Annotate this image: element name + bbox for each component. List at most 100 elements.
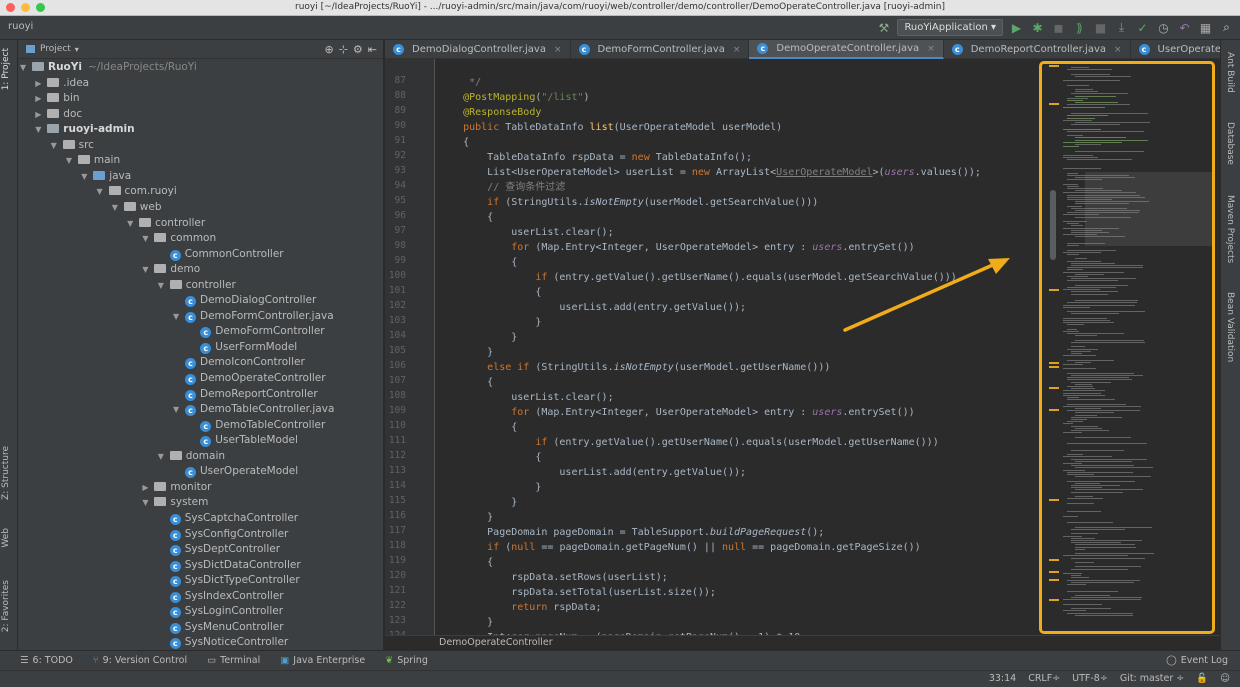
tool-tab-maven[interactable]: Maven Projects xyxy=(1225,195,1235,263)
expanded-arrow-icon[interactable]: ▼ xyxy=(173,309,185,325)
file-encoding[interactable]: UTF-8÷ xyxy=(1072,673,1108,684)
tree-item[interactable]: c DemoIconController xyxy=(173,355,305,371)
code-line[interactable]: } xyxy=(439,615,493,630)
code-line[interactable]: { xyxy=(439,135,469,150)
code-line[interactable]: userList.clear(); xyxy=(439,390,613,405)
code-line[interactable]: */ xyxy=(439,75,481,90)
tree-item[interactable]: c DemoFormController xyxy=(188,324,325,340)
code-line[interactable]: return rspData; xyxy=(439,600,601,615)
vcs-commit-icon[interactable]: ✓ xyxy=(1135,20,1150,35)
window-controls[interactable] xyxy=(6,3,45,12)
tree-item[interactable]: ▼ src xyxy=(51,138,94,154)
tool-tab-ant-build[interactable]: Ant Build xyxy=(1225,52,1235,93)
project-view-select[interactable]: Project xyxy=(40,44,71,54)
run-icon[interactable]: ▶ xyxy=(1009,20,1024,35)
collapsed-arrow-icon[interactable]: ▶ xyxy=(35,91,47,107)
tool-tab-favorites[interactable]: 2: Favorites xyxy=(1,580,11,632)
expanded-arrow-icon[interactable]: ▼ xyxy=(97,184,109,200)
code-line[interactable]: { xyxy=(439,450,541,465)
code-line[interactable]: if (entry.getValue().getUserName().equal… xyxy=(439,435,938,450)
code-line[interactable]: @PostMapping("/list") xyxy=(439,90,589,105)
tool-tab-database[interactable]: Database xyxy=(1225,122,1235,165)
code-line[interactable]: { xyxy=(439,255,517,270)
expanded-arrow-icon[interactable]: ▼ xyxy=(158,449,170,465)
tree-item[interactable]: c DemoReportController xyxy=(173,387,318,403)
tree-item[interactable]: c SysIndexController xyxy=(158,589,284,605)
tree-item[interactable]: c SysConfigController xyxy=(158,527,288,543)
tree-item[interactable]: c SysLoginController xyxy=(158,604,283,620)
inspector-icon[interactable]: ☺ xyxy=(1220,673,1230,684)
code-line[interactable]: { xyxy=(439,210,493,225)
tree-item[interactable]: c SysCaptchaController xyxy=(158,511,298,527)
expanded-arrow-icon[interactable]: ▼ xyxy=(142,231,154,247)
tree-item[interactable]: ▼ controller xyxy=(158,278,236,294)
code-line[interactable]: userList.add(entry.getValue()); xyxy=(439,300,746,315)
vcs-update-icon[interactable]: ⤓ xyxy=(1114,20,1129,35)
tree-item[interactable]: ▼ c DemoTableController.java xyxy=(173,402,334,418)
project-structure-icon[interactable]: ▦ xyxy=(1198,20,1213,35)
tree-item[interactable]: c UserOperateModel xyxy=(173,464,298,480)
editor-scrollbar[interactable] xyxy=(1050,190,1056,260)
tree-item[interactable]: ▼ c DemoFormController.java xyxy=(173,309,334,325)
editor-tab[interactable]: c DemoDialogController.java × xyxy=(385,40,571,59)
expanded-arrow-icon[interactable]: ▼ xyxy=(66,153,78,169)
code-line[interactable]: { xyxy=(439,285,541,300)
tree-item[interactable]: ▼ demo xyxy=(142,262,200,278)
code-line[interactable]: TableDataInfo rspData = new TableDataInf… xyxy=(439,150,752,165)
tree-item[interactable]: c CommonController xyxy=(158,247,284,263)
tool-tab-web[interactable]: Web xyxy=(1,528,11,548)
tree-item[interactable]: ▶ monitor xyxy=(142,480,211,496)
code-line[interactable]: else if (StringUtils.isNotEmpty(userMode… xyxy=(439,360,830,375)
build-icon[interactable]: ⚒ xyxy=(876,20,891,35)
gear-icon[interactable]: ⚙ xyxy=(353,43,363,56)
code-line[interactable]: } xyxy=(439,315,541,330)
code-line[interactable]: { xyxy=(439,420,517,435)
code-line[interactable]: } xyxy=(439,495,517,510)
tree-item[interactable]: ▶ .idea xyxy=(35,76,89,92)
tree-item[interactable]: c SysNoticeController xyxy=(158,635,288,651)
expanded-arrow-icon[interactable]: ▼ xyxy=(142,262,154,278)
code-line[interactable]: } xyxy=(439,330,517,345)
tree-item[interactable]: c UserFormModel xyxy=(188,340,297,356)
collapsed-arrow-icon[interactable]: ▶ xyxy=(35,76,47,92)
close-tab-icon[interactable]: × xyxy=(554,45,562,55)
search-everywhere-icon[interactable]: ⌕ xyxy=(1219,20,1234,35)
expanded-arrow-icon[interactable]: ▼ xyxy=(20,60,32,76)
code-line[interactable]: { xyxy=(439,555,493,570)
tree-item[interactable]: ▼ RuoYi ~/IdeaProjects/RuoYi xyxy=(20,60,197,76)
code-line[interactable]: } xyxy=(439,480,541,495)
collapsed-arrow-icon[interactable]: ▶ xyxy=(142,480,154,496)
editor-tab[interactable]: c DemoFormController.java × xyxy=(571,40,750,59)
minimize-window-button[interactable] xyxy=(21,3,30,12)
tool-tab-spring[interactable]: ❦ Spring xyxy=(385,655,428,666)
code-line[interactable]: rspData.setTotal(userList.size()); xyxy=(439,585,716,600)
code-line[interactable]: public TableDataInfo list(UserOperateMod… xyxy=(439,120,782,135)
expanded-arrow-icon[interactable]: ▼ xyxy=(51,138,63,154)
tree-item[interactable]: ▼ web xyxy=(112,200,162,216)
tool-tab-event-log[interactable]: ◯ Event Log xyxy=(1166,655,1228,666)
expanded-arrow-icon[interactable]: ▼ xyxy=(81,169,93,185)
chevron-down-icon[interactable]: ▾ xyxy=(75,45,79,54)
tool-tab-bean-validation[interactable]: Bean Validation xyxy=(1225,292,1235,362)
tree-item[interactable]: c DemoDialogController xyxy=(173,293,316,309)
tree-item[interactable]: c SysDeptController xyxy=(158,542,280,558)
tree-item[interactable]: ▼ domain xyxy=(158,449,225,465)
close-tab-icon[interactable]: × xyxy=(733,45,741,55)
code-line[interactable]: List<UserOperateModel> userList = new Ar… xyxy=(439,165,981,180)
expanded-arrow-icon[interactable]: ▼ xyxy=(158,278,170,294)
code-line[interactable]: { xyxy=(439,375,493,390)
tree-item[interactable]: ▶ doc xyxy=(35,107,82,123)
code-line[interactable]: @ResponseBody xyxy=(439,105,541,120)
line-separator[interactable]: CRLF÷ xyxy=(1028,673,1060,684)
expanded-arrow-icon[interactable]: ▼ xyxy=(142,495,154,511)
editor-tab[interactable]: c DemoReportController.java × xyxy=(944,40,1131,59)
vcs-history-icon[interactable]: ◷ xyxy=(1156,20,1171,35)
stop-icon[interactable]: ■ xyxy=(1093,20,1108,35)
tool-tab-project[interactable]: 1: Project xyxy=(1,48,11,90)
zoom-window-button[interactable] xyxy=(36,3,45,12)
code-line[interactable]: if (entry.getValue().getUserName().equal… xyxy=(439,270,956,285)
debug-icon[interactable]: ✱ xyxy=(1030,20,1045,35)
tree-item[interactable]: ▶ bin xyxy=(35,91,79,107)
caret-position[interactable]: 33:14 xyxy=(989,673,1016,684)
locate-icon[interactable]: ⊕ xyxy=(324,43,333,56)
